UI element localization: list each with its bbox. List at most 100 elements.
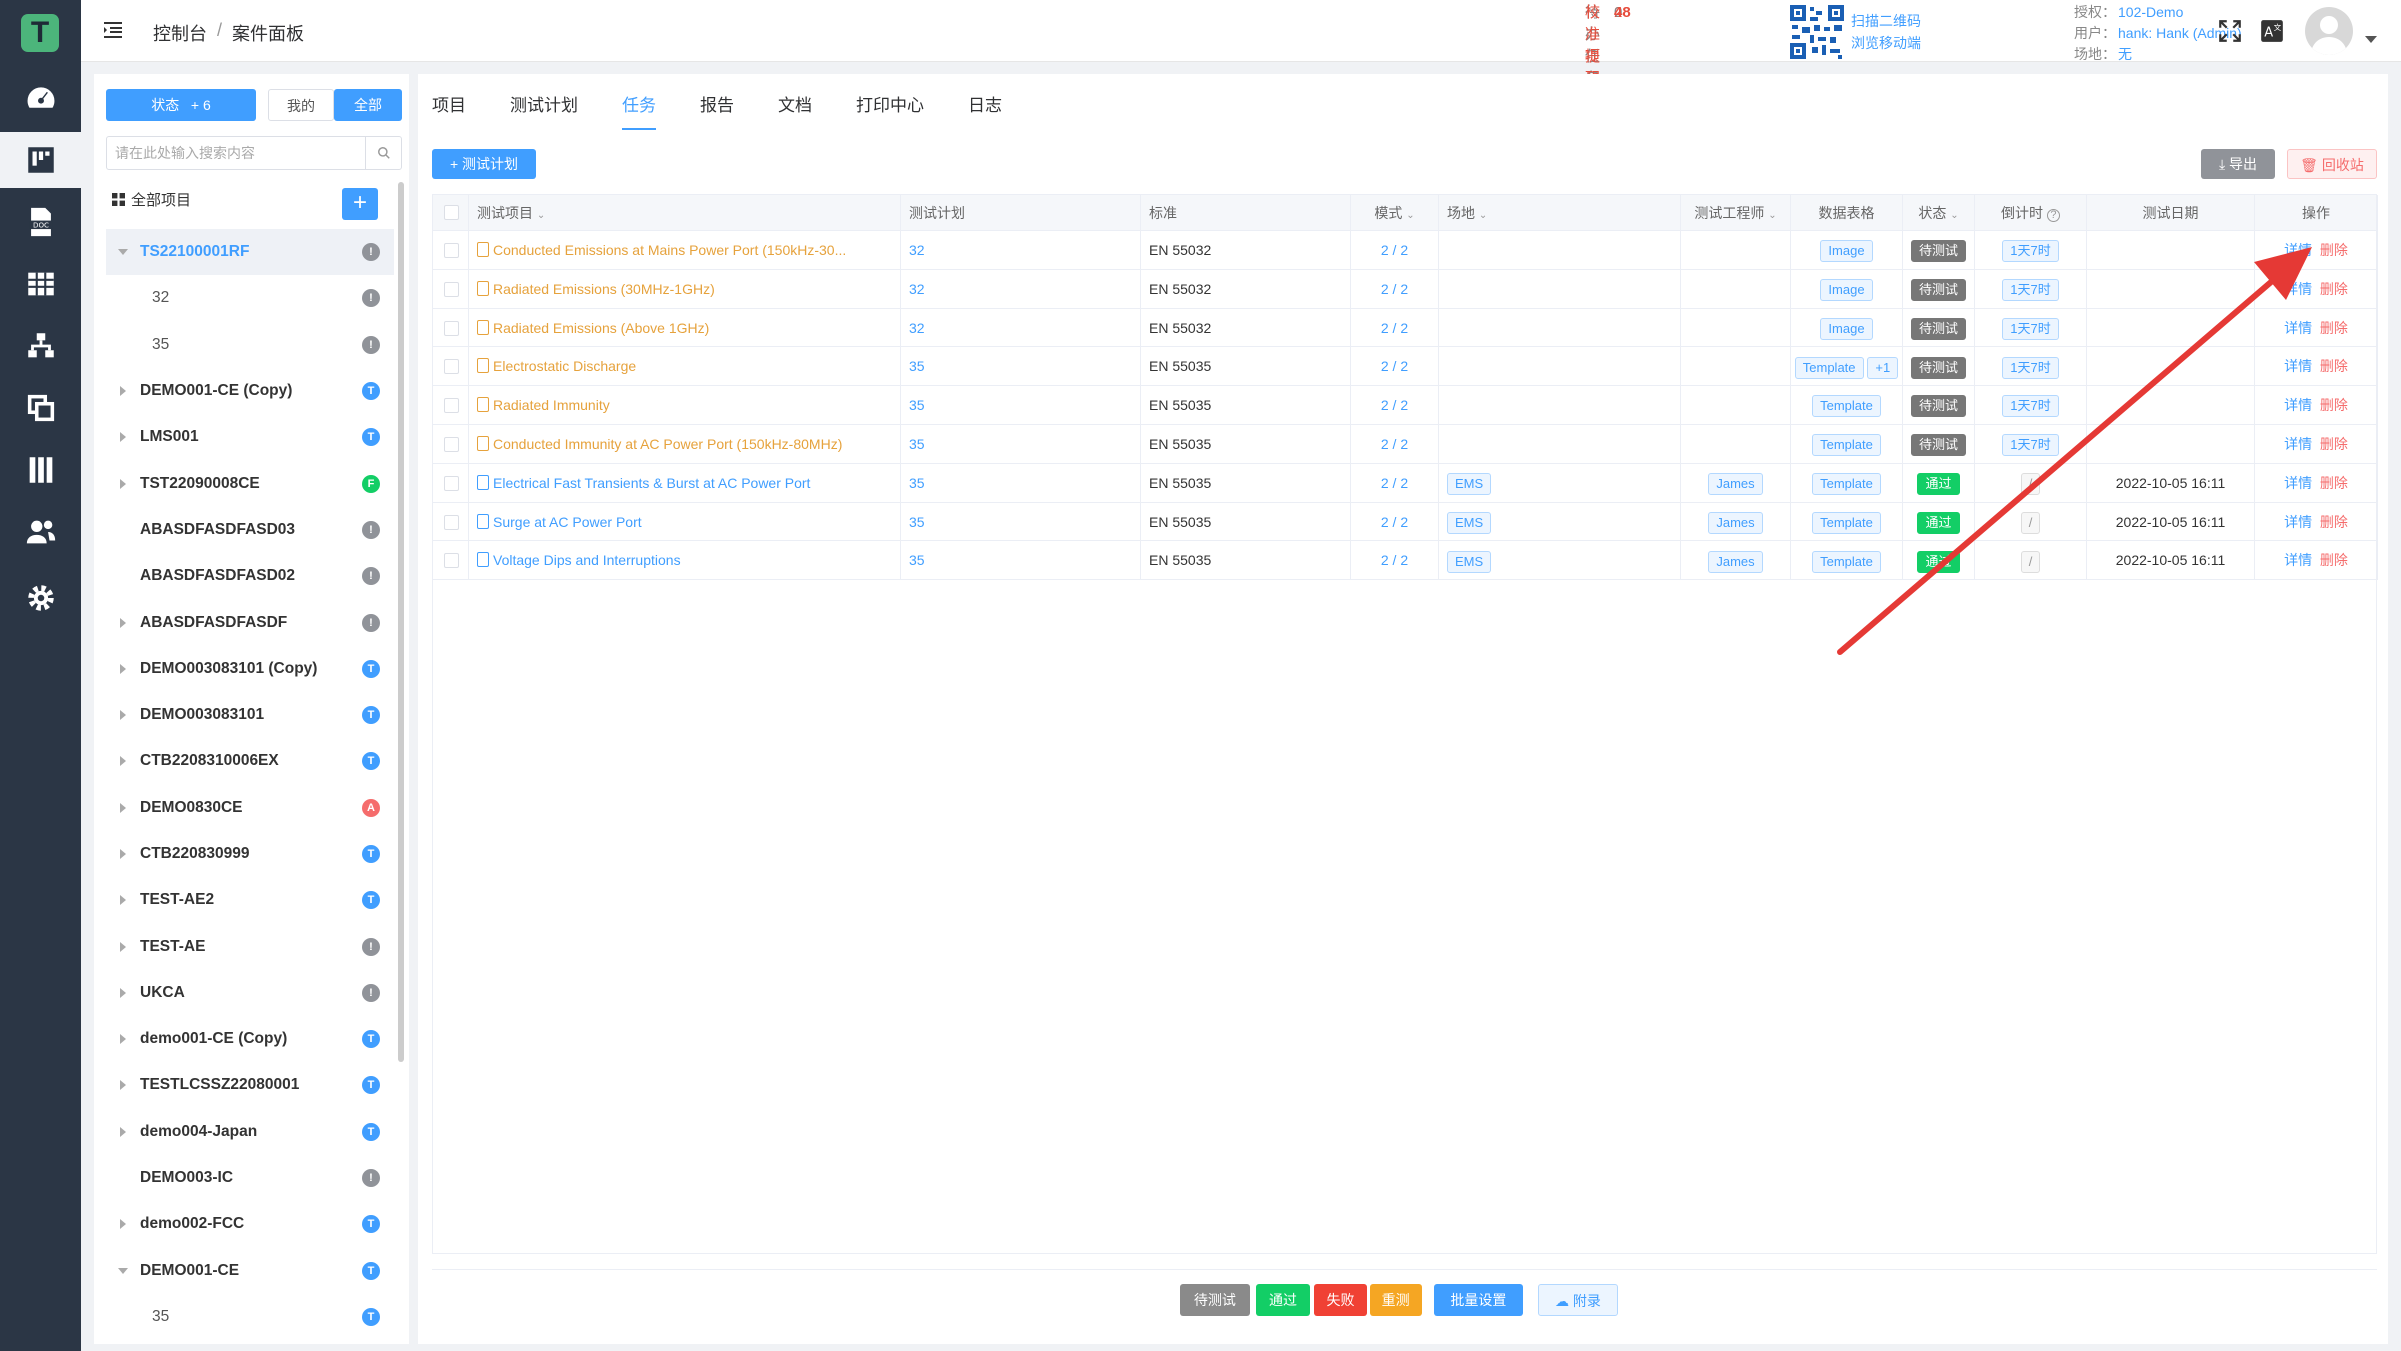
batch-button-2[interactable]: 失败	[1314, 1284, 1367, 1316]
sort-caret-icon[interactable]: ⌄	[1406, 210, 1414, 221]
row-checkbox[interactable]	[444, 359, 459, 375]
expand-arrow-icon[interactable]	[120, 710, 126, 721]
mode-link[interactable]: 2 / 2	[1381, 436, 1408, 452]
language-icon[interactable]: A文	[2259, 18, 2285, 44]
datasheet-tag[interactable]: Image	[1820, 240, 1873, 263]
checkbox[interactable]	[444, 205, 459, 220]
detail-link[interactable]: 详情	[2284, 475, 2312, 491]
table-row[interactable]: Radiated Immunity 35 EN 55035 2 / 2 Template…	[433, 386, 2378, 425]
tree-node[interactable]: TS22100001RF!	[106, 229, 394, 276]
row-checkbox[interactable]	[444, 553, 459, 569]
expand-arrow-icon[interactable]	[120, 802, 126, 813]
tree-node[interactable]: DEMO001-CE T	[106, 1248, 394, 1294]
table-row[interactable]: Conducted Emissions at Mains Power Port …	[433, 231, 2378, 270]
detail-link[interactable]: 详情	[2284, 358, 2312, 374]
expand-arrow-icon[interactable]	[120, 987, 126, 998]
detail-link[interactable]: 详情	[2284, 552, 2312, 568]
test-item-link[interactable]: Electrical Fast Transients & Burst at AC…	[477, 474, 810, 491]
sidebar-settings[interactable]	[0, 570, 81, 626]
test-plan-link[interactable]: 35	[909, 475, 925, 491]
engineer-tag[interactable]: James	[1708, 511, 1763, 534]
export-button[interactable]: ⤓ 导出	[2201, 149, 2275, 179]
tree-search-input[interactable]: 请在此处输入搜索内容	[106, 136, 402, 170]
delete-link[interactable]: 删除	[2320, 358, 2348, 374]
sort-caret-icon[interactable]: ⌄	[1768, 210, 1776, 221]
tree-node[interactable]: TESTLCSSZ22080001 T	[106, 1062, 394, 1108]
engineer-tag[interactable]: James	[1708, 473, 1763, 496]
delete-link[interactable]: 删除	[2320, 320, 2348, 336]
delete-link[interactable]: 删除	[2320, 475, 2348, 491]
detail-link[interactable]: 详情	[2284, 514, 2312, 530]
table-row[interactable]: Radiated Emissions (30MHz-1GHz) 32 EN 5503…	[433, 269, 2378, 309]
tree-node[interactable]: CTB2208310006EX T	[106, 738, 394, 784]
site-tag[interactable]: EMS	[1447, 473, 1492, 496]
column-header[interactable]: 状态 ⌄	[1903, 195, 1975, 231]
site-tag[interactable]: EMS	[1447, 550, 1492, 573]
delete-link[interactable]: 删除	[2320, 397, 2348, 413]
detail-link[interactable]: 详情	[2284, 281, 2312, 297]
all-filter-button[interactable]: 全部	[334, 89, 402, 121]
mine-filter-button[interactable]: 我的	[268, 89, 334, 121]
test-item-link[interactable]: Conducted Emissions at Mains Power Port …	[477, 242, 846, 258]
app-logo[interactable]: T	[21, 14, 59, 52]
expand-arrow-icon[interactable]	[120, 386, 126, 397]
breadcrumb-console[interactable]: 控制台	[153, 20, 207, 46]
avatar[interactable]	[2305, 7, 2353, 55]
site-tag[interactable]: EMS	[1447, 511, 1492, 534]
detail-link[interactable]: 详情	[2284, 397, 2312, 413]
expand-arrow-icon[interactable]	[120, 1126, 126, 1137]
tab-4[interactable]: 文档	[778, 74, 812, 138]
test-item-link[interactable]: Radiated Immunity	[477, 397, 610, 413]
engineer-tag[interactable]: James	[1708, 550, 1763, 573]
delete-link[interactable]: 删除	[2320, 281, 2348, 297]
mode-link[interactable]: 2 / 2	[1381, 358, 1408, 374]
tab-0[interactable]: 项目	[432, 74, 466, 138]
sort-caret-icon[interactable]: ⌄	[537, 210, 545, 221]
tree-node[interactable]: 35 T	[106, 1294, 394, 1340]
datasheet-more-tag[interactable]: +1	[1867, 356, 1899, 379]
qr-code-icon[interactable]	[1788, 3, 1846, 61]
tree-node[interactable]: TEST-AE!	[106, 923, 394, 969]
column-header[interactable]: 测试工程师 ⌄	[1681, 195, 1791, 231]
test-item-link[interactable]: Radiated Emissions (Above 1GHz)	[477, 319, 709, 336]
datasheet-tag[interactable]: Image	[1820, 317, 1873, 340]
datasheet-tag[interactable]: Template	[1812, 395, 1881, 418]
delete-link[interactable]: 删除	[2320, 242, 2348, 258]
row-checkbox[interactable]	[444, 320, 459, 336]
row-checkbox[interactable]	[444, 437, 459, 452]
calibration-alert-label[interactable]: 校准提醒	[1585, 2, 1600, 87]
tab-1[interactable]: 测试计划	[510, 74, 578, 138]
table-row[interactable]: Conducted Immunity at AC Power Port (150…	[433, 425, 2378, 464]
expand-arrow-icon[interactable]	[120, 478, 126, 489]
test-item-link[interactable]: Surge at AC Power Port	[477, 513, 642, 530]
expand-arrow-icon[interactable]	[120, 941, 126, 952]
tree-node[interactable]: DEMO0830CE A	[106, 785, 394, 831]
tab-2[interactable]: 任务	[622, 74, 656, 138]
expand-arrow-icon[interactable]	[120, 849, 126, 859]
batch-button-0[interactable]: 待测试	[1179, 1284, 1251, 1316]
row-checkbox[interactable]	[444, 475, 459, 491]
status-filter-button[interactable]: 状态 + 6	[106, 89, 256, 121]
detail-link[interactable]: 详情	[2284, 242, 2312, 258]
tree-node[interactable]: 32!	[106, 275, 394, 321]
datasheet-tag[interactable]: Template	[1812, 434, 1881, 457]
batch-button-4[interactable]: 批量设置	[1433, 1284, 1523, 1316]
row-checkbox[interactable]	[444, 243, 459, 258]
expand-arrow-icon[interactable]	[120, 1080, 126, 1091]
select-all-checkbox[interactable]	[433, 195, 469, 231]
tree-node[interactable]: demo004-Japan T	[106, 1109, 394, 1155]
tree-node[interactable]: ABASDFASDFASD02!	[106, 553, 394, 599]
user-menu-caret-icon[interactable]	[2365, 36, 2377, 43]
sidebar-table[interactable]	[0, 256, 81, 312]
mode-link[interactable]: 2 / 2	[1381, 320, 1408, 336]
expand-arrow-icon[interactable]	[120, 1219, 126, 1230]
batch-button-3[interactable]: 重测	[1369, 1284, 1422, 1316]
row-checkbox[interactable]	[444, 398, 459, 414]
collapse-arrow-icon[interactable]	[118, 1267, 128, 1274]
test-plan-link[interactable]: 35	[909, 397, 925, 413]
test-item-link[interactable]: Voltage Dips and Interruptions	[477, 552, 681, 568]
delete-link[interactable]: 删除	[2320, 436, 2348, 452]
add-project-button[interactable]: +	[342, 188, 378, 220]
test-plan-link[interactable]: 35	[909, 514, 925, 530]
test-plan-link[interactable]: 32	[909, 281, 925, 297]
